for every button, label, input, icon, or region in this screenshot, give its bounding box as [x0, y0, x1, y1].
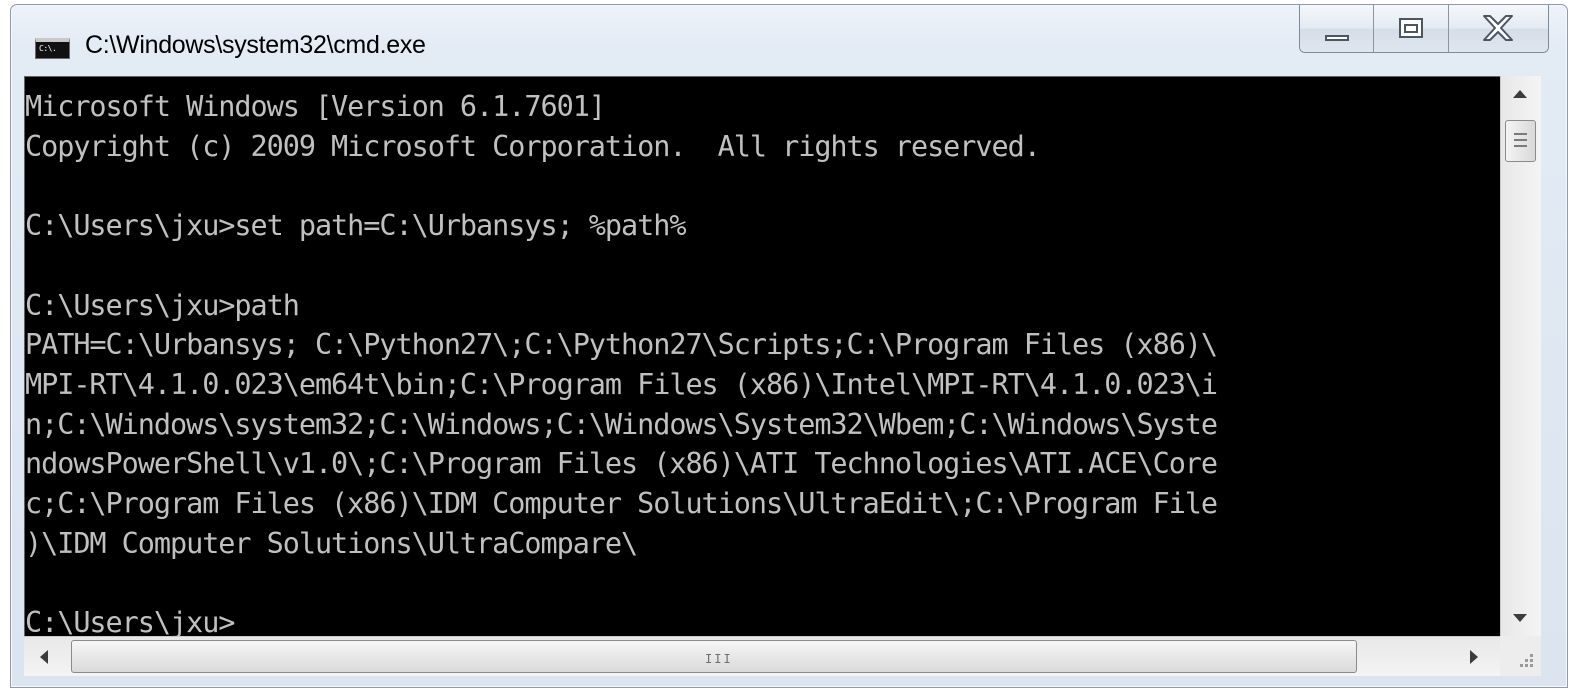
horizontal-scroll-thumb[interactable]: III — [71, 640, 1357, 673]
console-line: Copyright (c) 2009 Microsoft Corporation… — [25, 129, 1041, 163]
console-line: ndowsPowerShell\v1.0\;C:\Program Files (… — [25, 447, 1218, 481]
console-output[interactable]: Microsoft Windows [Version 6.1.7601] Cop… — [24, 76, 1500, 636]
scroll-right-arrow-icon[interactable] — [1470, 650, 1478, 664]
scroll-grip-icon: III — [705, 652, 733, 666]
close-icon — [1483, 15, 1514, 41]
close-button[interactable] — [1448, 5, 1548, 52]
maximize-button[interactable] — [1374, 5, 1449, 52]
scroll-down-arrow-icon[interactable] — [1513, 614, 1527, 622]
console-line: PATH=C:\Urbansys; C:\Python27\;C:\Python… — [25, 328, 1218, 362]
console-line: C:\Users\jxu>set path=C:\Urbansys; %path… — [25, 209, 687, 243]
vertical-scrollbar[interactable] — [1500, 76, 1541, 636]
console-line: n;C:\Windows\system32;C:\Windows;C:\Wind… — [25, 407, 1218, 441]
resize-grip-icon[interactable] — [1500, 636, 1541, 676]
console-line: Microsoft Windows [Version 6.1.7601] — [25, 90, 606, 123]
console-line: MPI-RT\4.1.0.023\em64t\bin;C:\Program Fi… — [25, 367, 1218, 401]
console-line: )\IDM Computer Solutions\UltraCompare\ — [25, 526, 638, 560]
caption-buttons — [1299, 5, 1549, 53]
console-text: Microsoft Windows [Version 6.1.7601] Cop… — [25, 77, 1500, 636]
console-line: c;C:\Program Files (x86)\IDM Computer So… — [25, 487, 1218, 521]
window-title: C:\Windows\system32\cmd.exe — [85, 31, 426, 59]
console-line: C:\Users\jxu>path — [25, 288, 300, 322]
minimize-icon — [1324, 35, 1349, 41]
console-line: C:\Users\jxu> — [25, 606, 235, 636]
maximize-icon — [1399, 18, 1424, 38]
minimize-button[interactable] — [1300, 5, 1375, 52]
vertical-scroll-thumb[interactable] — [1505, 120, 1536, 162]
scroll-up-arrow-icon[interactable] — [1513, 90, 1527, 98]
scroll-left-arrow-icon[interactable] — [40, 650, 48, 664]
horizontal-scrollbar[interactable]: III — [24, 636, 1500, 676]
cmd-app-icon[interactable]: C:\. — [35, 38, 70, 59]
